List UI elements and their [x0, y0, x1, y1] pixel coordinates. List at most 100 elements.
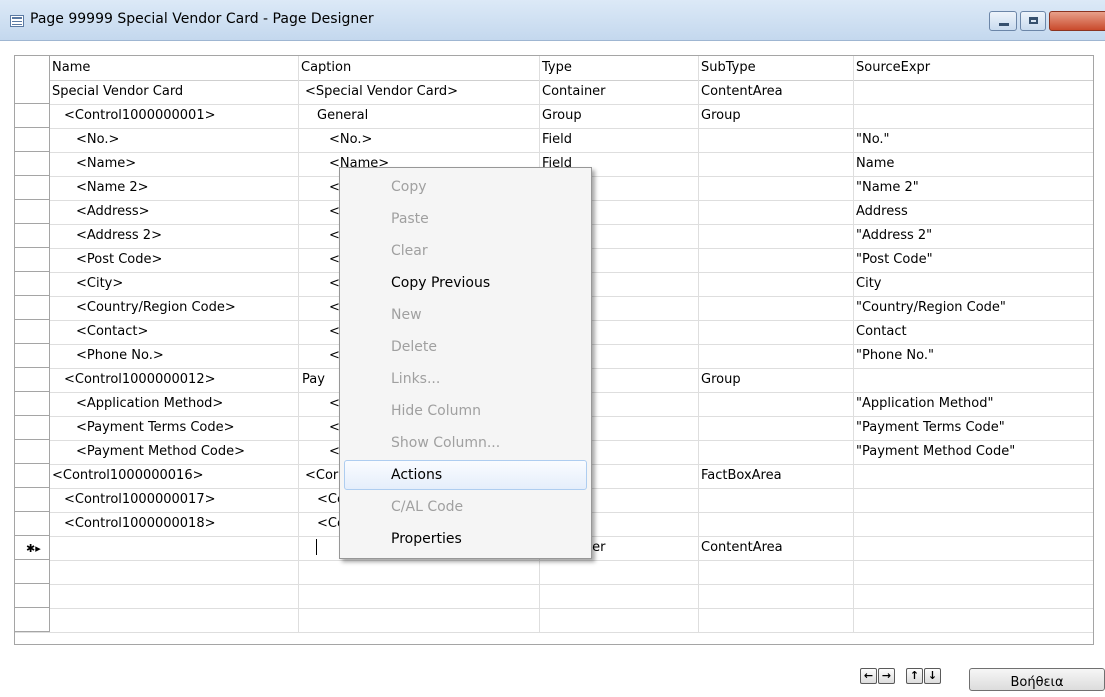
- maximize-button[interactable]: [1020, 11, 1046, 31]
- cell-sourceexpr[interactable]: [854, 512, 1093, 536]
- row-selector[interactable]: ✱▸: [15, 536, 50, 560]
- cell-sourceexpr[interactable]: [854, 104, 1093, 128]
- row-selector[interactable]: [15, 416, 50, 440]
- cell-name[interactable]: <Name>: [50, 152, 299, 176]
- row-selector[interactable]: [15, 224, 50, 248]
- cell-subtype[interactable]: [699, 248, 854, 272]
- column-header-sourceexpr[interactable]: SourceExpr: [854, 56, 1093, 80]
- cell-sourceexpr[interactable]: [854, 584, 1093, 608]
- cell-subtype[interactable]: [699, 152, 854, 176]
- cell-sourceexpr[interactable]: "Phone No.": [854, 344, 1093, 368]
- cell-subtype[interactable]: Group: [699, 104, 854, 128]
- cell-name[interactable]: <Control1000000001>: [50, 104, 299, 128]
- menu-item-new[interactable]: New: [344, 300, 587, 330]
- cell-name[interactable]: <Control1000000012>: [50, 368, 299, 392]
- cell-sourceexpr[interactable]: Name: [854, 152, 1093, 176]
- cell-name[interactable]: <Control1000000016>: [50, 464, 299, 488]
- row-selector[interactable]: [15, 392, 50, 416]
- row-selector[interactable]: [15, 584, 50, 608]
- row-selector[interactable]: [15, 104, 50, 128]
- cell-sourceexpr[interactable]: "Payment Method Code": [854, 440, 1093, 464]
- help-button[interactable]: Βοήθεια: [969, 668, 1105, 691]
- cell-name[interactable]: <Control1000000017>: [50, 488, 299, 512]
- cell-sourceexpr[interactable]: "Address 2": [854, 224, 1093, 248]
- row-selector[interactable]: [15, 608, 50, 632]
- column-header-type[interactable]: Type: [540, 56, 699, 80]
- nav-down-button[interactable]: ↓: [924, 668, 941, 684]
- cell-subtype[interactable]: [699, 200, 854, 224]
- cell-name[interactable]: <Address 2>: [50, 224, 299, 248]
- row-selector[interactable]: [15, 464, 50, 488]
- row-selector[interactable]: [15, 176, 50, 200]
- nav-right-button[interactable]: →: [878, 668, 895, 684]
- row-selector[interactable]: [15, 560, 50, 584]
- menu-item-delete[interactable]: Delete: [344, 332, 587, 362]
- table-row[interactable]: <No.> <No.> Field "No.": [15, 128, 1093, 153]
- cell-type[interactable]: [540, 608, 699, 632]
- cell-subtype[interactable]: ContentArea: [699, 80, 854, 104]
- cell-name[interactable]: <Payment Method Code>: [50, 440, 299, 464]
- table-row[interactable]: [15, 560, 1093, 585]
- column-header-caption[interactable]: Caption: [299, 56, 540, 80]
- cell-subtype[interactable]: [699, 416, 854, 440]
- cell-name[interactable]: <City>: [50, 272, 299, 296]
- cell-name[interactable]: [50, 560, 299, 584]
- menu-item-links[interactable]: Links...: [344, 364, 587, 394]
- row-selector[interactable]: [15, 128, 50, 152]
- cell-subtype[interactable]: [699, 320, 854, 344]
- cell-caption[interactable]: <Special Vendor Card>: [299, 80, 540, 104]
- row-selector[interactable]: [15, 200, 50, 224]
- table-row[interactable]: [15, 584, 1093, 609]
- menu-item-clear[interactable]: Clear: [344, 236, 587, 266]
- cell-name[interactable]: <Country/Region Code>: [50, 296, 299, 320]
- cell-name[interactable]: [50, 584, 299, 608]
- cell-sourceexpr[interactable]: "Payment Terms Code": [854, 416, 1093, 440]
- minimize-button[interactable]: [989, 11, 1017, 31]
- cell-name[interactable]: Special Vendor Card: [50, 80, 299, 104]
- cell-name[interactable]: [50, 608, 299, 632]
- menu-item-c-al-code[interactable]: C/AL Code: [344, 492, 587, 522]
- nav-up-button[interactable]: ↑: [906, 668, 923, 684]
- cell-sourceexpr[interactable]: [854, 608, 1093, 632]
- row-selector[interactable]: [15, 80, 50, 104]
- row-selector[interactable]: [15, 368, 50, 392]
- cell-sourceexpr[interactable]: "Application Method": [854, 392, 1093, 416]
- cell-sourceexpr[interactable]: "Country/Region Code": [854, 296, 1093, 320]
- menu-item-hide-column[interactable]: Hide Column: [344, 396, 587, 426]
- column-header-name[interactable]: Name: [50, 56, 299, 80]
- cell-sourceexpr[interactable]: [854, 464, 1093, 488]
- cell-subtype[interactable]: [699, 488, 854, 512]
- table-row[interactable]: [15, 608, 1093, 633]
- cell-name[interactable]: <Phone No.>: [50, 344, 299, 368]
- table-row[interactable]: <Control1000000001> General Group Group: [15, 104, 1093, 129]
- cell-subtype[interactable]: [699, 512, 854, 536]
- cell-sourceexpr[interactable]: [854, 80, 1093, 104]
- cell-sourceexpr[interactable]: "Name 2": [854, 176, 1093, 200]
- cell-caption[interactable]: [299, 560, 540, 584]
- cell-name[interactable]: <Contact>: [50, 320, 299, 344]
- cell-subtype[interactable]: FactBoxArea: [699, 464, 854, 488]
- cell-type[interactable]: Container: [540, 80, 699, 104]
- row-selector[interactable]: [15, 152, 50, 176]
- row-selector[interactable]: [15, 296, 50, 320]
- cell-sourceexpr[interactable]: [854, 488, 1093, 512]
- cell-caption[interactable]: [299, 584, 540, 608]
- menu-item-properties[interactable]: Properties: [344, 524, 587, 554]
- cell-subtype[interactable]: [699, 608, 854, 632]
- cell-subtype[interactable]: [699, 176, 854, 200]
- cell-name[interactable]: <Payment Terms Code>: [50, 416, 299, 440]
- cell-name[interactable]: <No.>: [50, 128, 299, 152]
- row-selector[interactable]: [15, 344, 50, 368]
- row-selector[interactable]: [15, 440, 50, 464]
- row-selector[interactable]: [15, 272, 50, 296]
- cell-subtype[interactable]: [699, 128, 854, 152]
- table-row[interactable]: Special Vendor Card <Special Vendor Card>…: [15, 80, 1093, 105]
- cell-sourceexpr[interactable]: City: [854, 272, 1093, 296]
- cell-name[interactable]: <Address>: [50, 200, 299, 224]
- cell-type[interactable]: Field: [540, 128, 699, 152]
- cell-subtype[interactable]: [699, 584, 854, 608]
- cell-name[interactable]: <Post Code>: [50, 248, 299, 272]
- cell-subtype[interactable]: [699, 344, 854, 368]
- cell-type[interactable]: [540, 560, 699, 584]
- close-button[interactable]: [1049, 11, 1105, 31]
